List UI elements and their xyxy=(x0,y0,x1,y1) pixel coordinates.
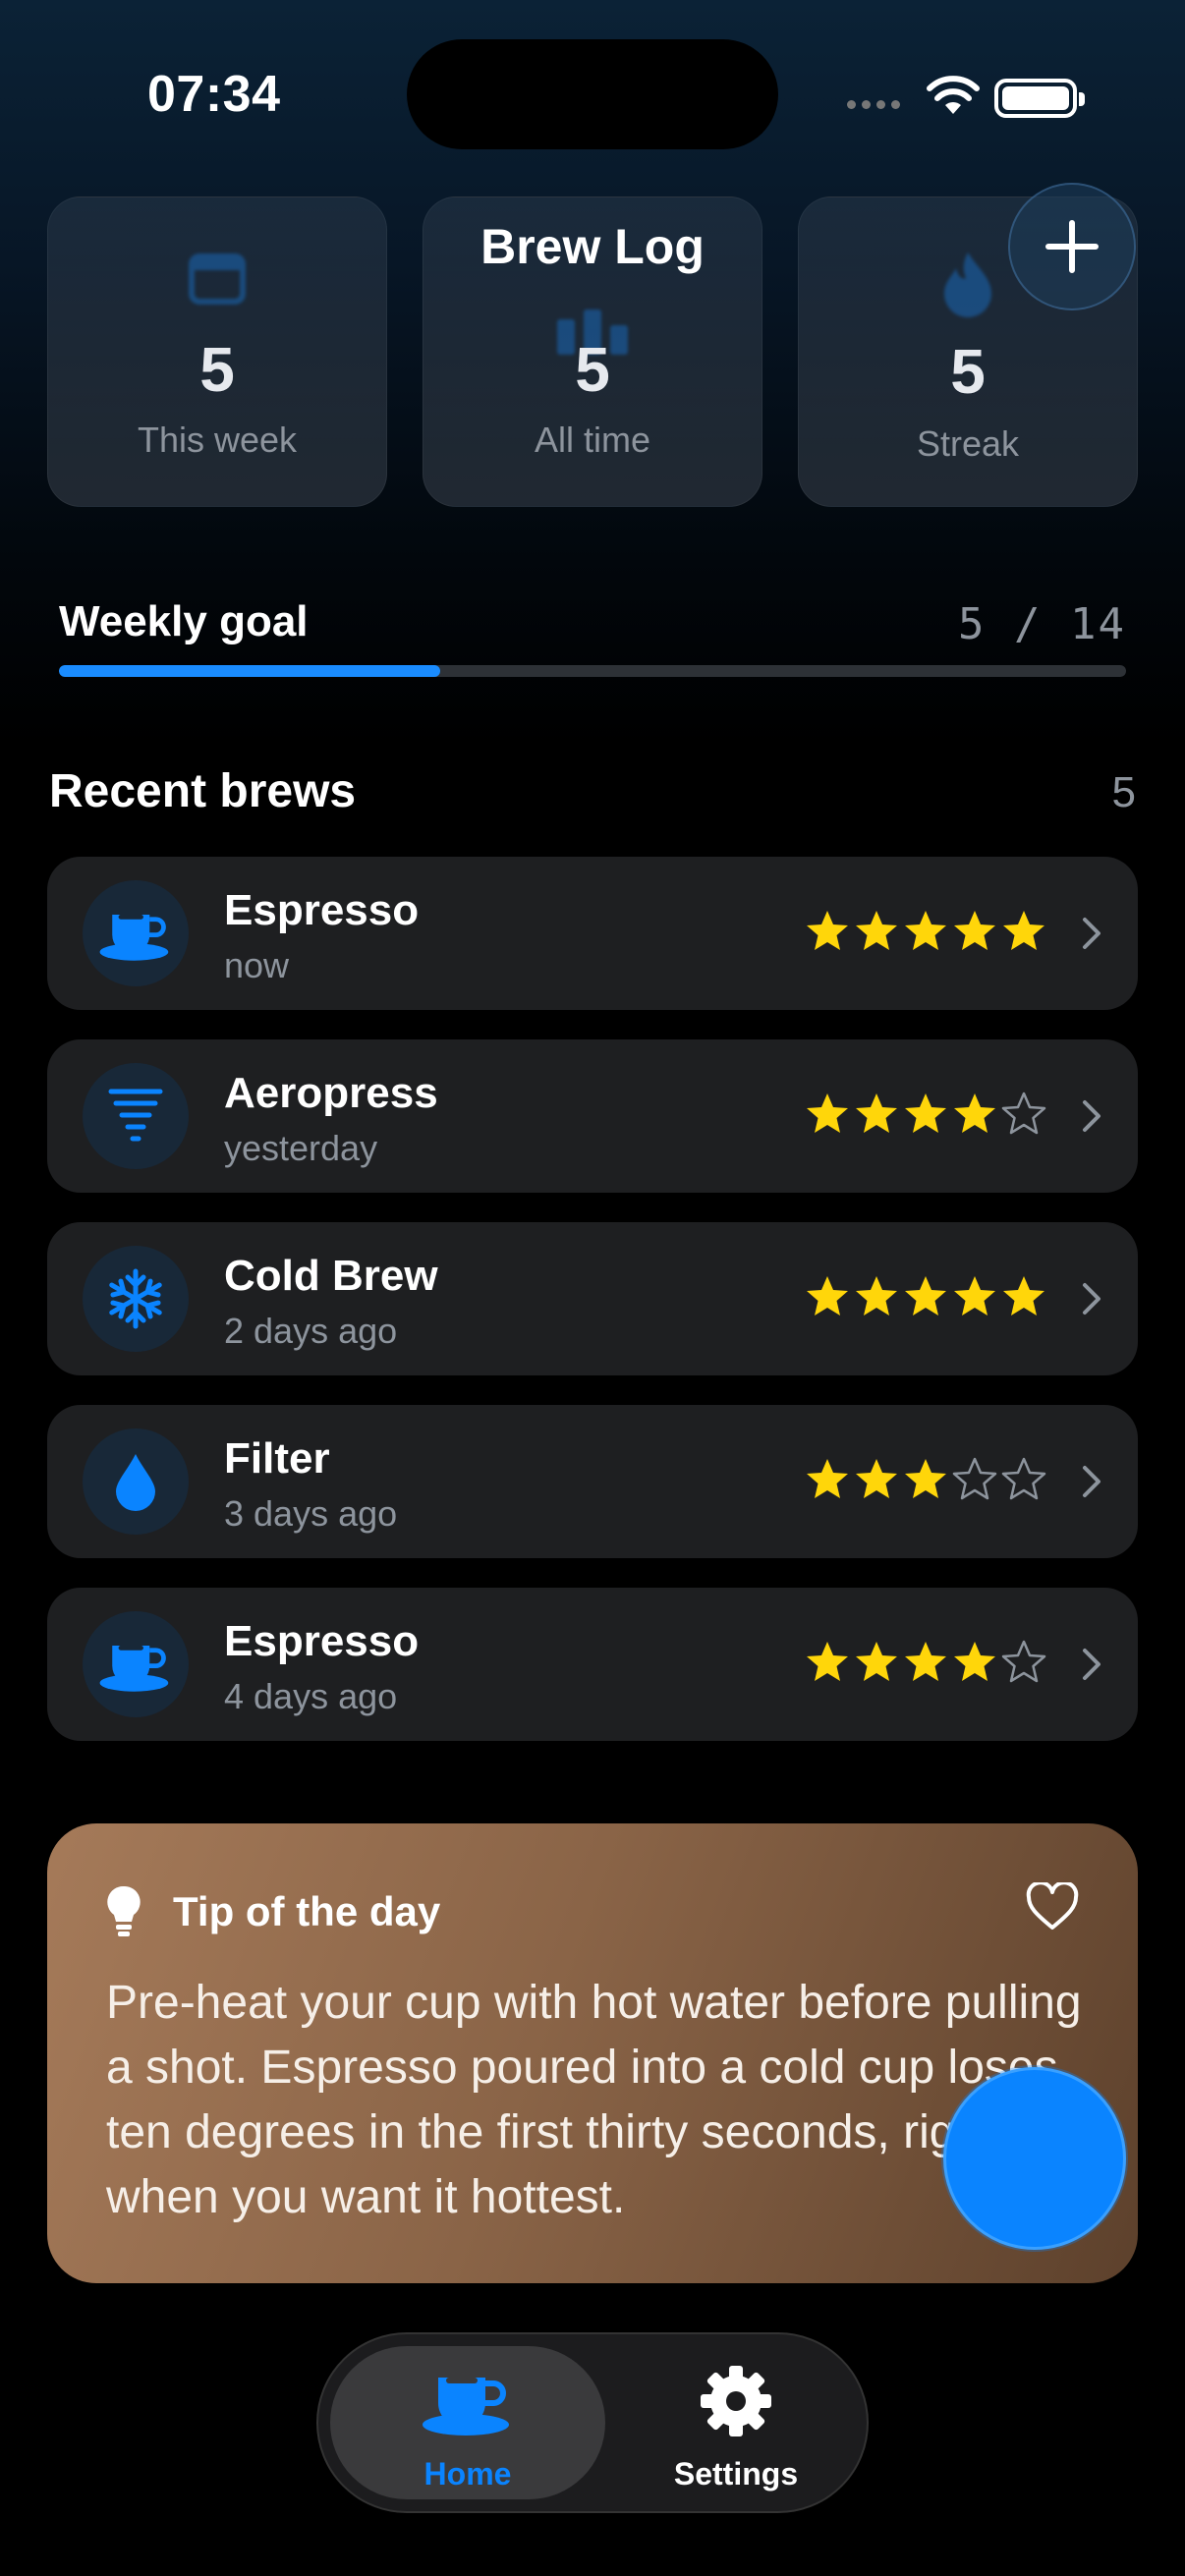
star-filled-icon xyxy=(1003,1276,1044,1316)
recent-brews-count: 5 xyxy=(1111,768,1136,816)
weekly-goal-count: 5 / 14 xyxy=(958,599,1126,649)
cellular-signal-icon xyxy=(847,100,900,109)
status-time: 07:34 xyxy=(147,66,281,123)
brew-name: Espresso xyxy=(224,886,420,934)
brew-row[interactable]: Espresso 4 days ago xyxy=(47,1588,1138,1741)
stat-label: All time xyxy=(534,420,651,460)
star-empty-icon xyxy=(1001,1457,1046,1500)
brew-row[interactable]: Cold Brew 2 days ago xyxy=(47,1222,1138,1375)
coffee-cup-icon xyxy=(423,2378,509,2436)
star-rating xyxy=(804,1639,1047,1686)
star-filled-icon xyxy=(856,1276,897,1316)
brew-name: Cold Brew xyxy=(224,1252,438,1300)
coffee-cup-icon xyxy=(83,880,189,986)
star-filled-icon xyxy=(807,1276,848,1316)
brew-row[interactable]: Aeropress yesterday xyxy=(47,1039,1138,1193)
brew-time: now xyxy=(224,945,290,985)
heart-icon[interactable] xyxy=(1026,1882,1079,1932)
chevron-right-icon xyxy=(1083,1649,1100,1680)
floating-action-button[interactable] xyxy=(943,2067,1126,2250)
star-filled-icon xyxy=(807,1093,848,1133)
tab-home[interactable]: Home xyxy=(330,2346,605,2499)
stat-label: This week xyxy=(137,420,298,460)
star-rating xyxy=(804,1456,1047,1503)
lightbulb-icon xyxy=(107,1885,141,1936)
star-filled-icon xyxy=(807,911,848,950)
star-filled-icon xyxy=(954,1642,995,1681)
brew-time: 3 days ago xyxy=(224,1493,398,1534)
chevron-right-icon xyxy=(1083,1100,1100,1132)
weekly-goal-label: Weekly goal xyxy=(59,597,309,645)
tip-title: Tip of the day xyxy=(173,1888,441,1934)
weekly-goal-progress-fill xyxy=(59,665,440,677)
star-rating xyxy=(804,1091,1047,1138)
star-filled-icon xyxy=(856,911,897,950)
status-indicators xyxy=(847,71,1085,120)
star-filled-icon xyxy=(905,1459,946,1498)
brew-row[interactable]: Espresso now xyxy=(47,857,1138,1010)
dynamic-island xyxy=(407,39,778,149)
battery-icon xyxy=(994,79,1085,118)
add-brew-button[interactable] xyxy=(1008,183,1136,310)
brew-time: 4 days ago xyxy=(224,1676,398,1716)
chevron-right-icon xyxy=(1083,1283,1100,1315)
brew-name: Espresso xyxy=(224,1617,420,1665)
star-filled-icon xyxy=(905,1276,946,1316)
brew-time: 2 days ago xyxy=(224,1311,398,1351)
brew-name: Aeropress xyxy=(224,1069,438,1117)
tab-settings-label: Settings xyxy=(673,2456,799,2492)
stat-value: 5 xyxy=(199,334,235,405)
star-empty-icon xyxy=(1001,1092,1046,1135)
star-filled-icon xyxy=(856,1459,897,1498)
star-rating xyxy=(804,1273,1047,1320)
star-filled-icon xyxy=(905,911,946,950)
chevron-right-icon xyxy=(1083,1466,1100,1497)
coffee-cup-icon xyxy=(83,1611,189,1717)
tab-home-label: Home xyxy=(423,2456,512,2492)
stat-value: 5 xyxy=(575,334,610,405)
star-filled-icon xyxy=(954,1276,995,1316)
stat-label: Streak xyxy=(916,423,1020,464)
star-filled-icon xyxy=(905,1642,946,1681)
wifi-icon xyxy=(927,76,980,114)
weekly-goal-progress xyxy=(59,665,1126,677)
snowflake-icon xyxy=(83,1246,189,1352)
recent-brews-title: Recent brews xyxy=(49,765,357,817)
star-empty-icon xyxy=(952,1457,997,1500)
star-filled-icon xyxy=(905,1093,946,1133)
water-drop-icon xyxy=(83,1428,189,1535)
brew-time: yesterday xyxy=(224,1128,378,1168)
chevron-right-icon xyxy=(1083,918,1100,949)
tornado-icon xyxy=(83,1063,189,1169)
star-filled-icon xyxy=(954,1093,995,1133)
star-rating xyxy=(804,908,1047,955)
star-filled-icon xyxy=(856,1642,897,1681)
tip-text: Pre-heat your cup with hot water before … xyxy=(106,1977,1082,2223)
tab-settings[interactable]: Settings xyxy=(613,2346,859,2499)
plus-icon xyxy=(1045,220,1099,273)
star-filled-icon xyxy=(1003,911,1044,950)
star-filled-icon xyxy=(856,1093,897,1133)
star-filled-icon xyxy=(807,1459,848,1498)
star-filled-icon xyxy=(807,1642,848,1681)
brew-row[interactable]: Filter 3 days ago xyxy=(47,1405,1138,1558)
tab-bar: Home Settings xyxy=(316,2332,869,2513)
stat-value: 5 xyxy=(950,336,986,407)
star-filled-icon xyxy=(954,911,995,950)
brew-name: Filter xyxy=(224,1434,330,1483)
star-empty-icon xyxy=(1001,1640,1046,1683)
gear-icon xyxy=(701,2366,771,2436)
